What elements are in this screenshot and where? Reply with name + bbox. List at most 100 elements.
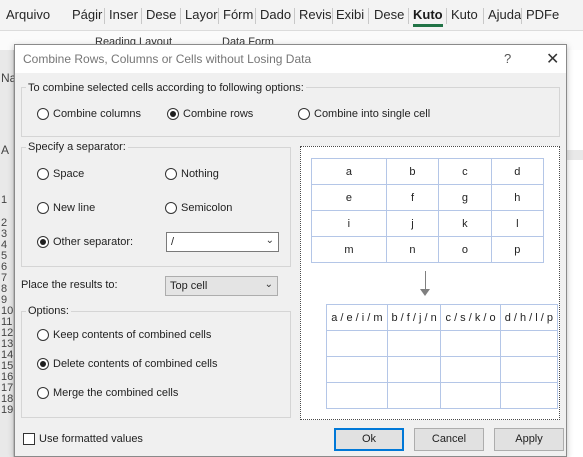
radio-circle [37, 329, 49, 341]
tab-help[interactable]: Ajuda [488, 7, 521, 22]
ribbon-tab-strip: Arquivo Págir Inser Dese Layor Fórm Dado… [0, 0, 583, 30]
tab-review[interactable]: Revis [299, 7, 332, 22]
use-formatted-values-label: Use formatted values [39, 433, 143, 445]
table-row [326, 330, 559, 357]
table-cell [326, 330, 388, 357]
table-cell [326, 356, 388, 383]
table-row: i j k l [311, 210, 545, 237]
table-cell [386, 382, 442, 409]
tab-formulas[interactable]: Fórm [223, 7, 253, 22]
arrowhead-icon [420, 289, 430, 296]
table-cell: m [311, 236, 387, 263]
merge-cells-label: Merge the combined cells [53, 387, 179, 399]
table-cell: f [385, 184, 440, 211]
new-line-radio[interactable]: New line [37, 202, 95, 214]
table-cell [386, 330, 442, 357]
tab-separator [521, 8, 522, 24]
row-number[interactable]: 1 [0, 195, 14, 206]
combine-label: To combine selected cells according to f… [26, 82, 306, 94]
merge-cells-radio[interactable]: Merge the combined cells [37, 387, 178, 399]
tab-kutools-plus[interactable]: Kuto [451, 7, 478, 22]
combine-rows-radio[interactable]: Combine rows [167, 108, 253, 120]
chevron-down-icon[interactable]: ⌄ [265, 279, 273, 290]
tab-separator [294, 8, 295, 24]
table-cell: o [438, 236, 492, 263]
other-separator-radio[interactable]: Other separator: [37, 236, 133, 248]
ok-button[interactable]: Ok [334, 428, 404, 451]
tab-separator [483, 8, 484, 24]
place-results-label: Place the results to: [21, 279, 118, 291]
space-radio[interactable]: Space [37, 168, 84, 180]
table-row [326, 356, 559, 383]
tab-separator [408, 8, 409, 24]
table-cell: a [311, 158, 387, 185]
apply-button[interactable]: Apply [494, 428, 564, 451]
close-button[interactable]: ✕ [546, 49, 559, 69]
arrow-down-icon [425, 271, 426, 290]
combine-single-cell-label: Combine into single cell [314, 108, 431, 120]
delete-contents-radio[interactable]: Delete contents of combined cells [37, 358, 217, 370]
source-table: a b c d e f g h i j k l m n o p [311, 158, 545, 263]
help-button[interactable]: ? [504, 51, 511, 66]
keep-contents-label: Keep contents of combined cells [53, 329, 212, 341]
tab-insert[interactable]: Inser [109, 7, 138, 22]
tab-separator [218, 8, 219, 24]
use-formatted-values-checkbox[interactable]: Use formatted values [23, 433, 143, 445]
table-cell [326, 382, 388, 409]
table-cell: e [311, 184, 387, 211]
table-cell: d / h / l / p [499, 304, 559, 331]
table-cell: b / f / j / n [386, 304, 442, 331]
radio-circle [37, 108, 49, 120]
cancel-button[interactable]: Cancel [414, 428, 484, 451]
table-cell: b [385, 158, 440, 185]
table-cell: k [438, 210, 492, 237]
nothing-radio[interactable]: Nothing [165, 168, 219, 180]
combine-rows-label: Combine rows [183, 108, 254, 120]
tab-layout[interactable]: Layor [185, 7, 218, 22]
table-row: a b c d [311, 158, 545, 185]
tab-view[interactable]: Exibi [336, 7, 364, 22]
radio-circle-selected [37, 236, 49, 248]
table-row [326, 382, 559, 409]
place-results-combo[interactable]: Top cell ⌄ [165, 276, 278, 296]
table-cell: h [490, 184, 545, 211]
tab-separator [368, 8, 369, 24]
table-cell: j [385, 210, 440, 237]
column-header [567, 150, 583, 160]
other-separator-label: Other separator: [53, 236, 134, 248]
row-number[interactable]: 19 [0, 405, 14, 416]
tab-kutools[interactable]: Kuto [413, 7, 443, 27]
ribbon-fragment: Na [1, 71, 17, 85]
table-cell [499, 330, 559, 357]
radio-circle [165, 168, 177, 180]
other-separator-value: / [171, 236, 175, 248]
table-cell: l [490, 210, 545, 237]
dialog-titlebar[interactable]: Combine Rows, Columns or Cells without L… [15, 45, 566, 73]
tab-pdfelement[interactable]: PDFe [526, 7, 559, 22]
other-separator-combo[interactable]: / ⌄ [166, 232, 279, 252]
keep-contents-radio[interactable]: Keep contents of combined cells [37, 329, 211, 341]
name-box-fragment: A [1, 143, 10, 157]
tab-developer[interactable]: Dese [374, 7, 404, 22]
table-cell: p [490, 236, 545, 263]
checkbox-box[interactable] [23, 433, 35, 445]
tab-page-layout[interactable]: Págir [72, 7, 102, 22]
combine-columns-radio[interactable]: Combine columns [37, 108, 141, 120]
table-row: m n o p [311, 236, 545, 263]
options-label: Options: [26, 305, 71, 317]
tab-separator [104, 8, 105, 24]
radio-circle [37, 168, 49, 180]
table-cell: g [438, 184, 492, 211]
tab-design[interactable]: Dese [146, 7, 176, 22]
tab-separator [332, 8, 333, 24]
tab-separator [255, 8, 256, 24]
combine-single-cell-radio[interactable]: Combine into single cell [298, 108, 430, 120]
tab-file[interactable]: Arquivo [6, 7, 50, 22]
radio-circle [37, 202, 49, 214]
preview-panel: a b c d e f g h i j k l m n o p a / e / … [300, 146, 560, 420]
semicolon-radio[interactable]: Semicolon [165, 202, 232, 214]
table-cell [440, 356, 501, 383]
tab-data[interactable]: Dado [260, 7, 291, 22]
sheet-right-edge [567, 50, 583, 457]
chevron-down-icon[interactable]: ⌄ [266, 235, 274, 246]
